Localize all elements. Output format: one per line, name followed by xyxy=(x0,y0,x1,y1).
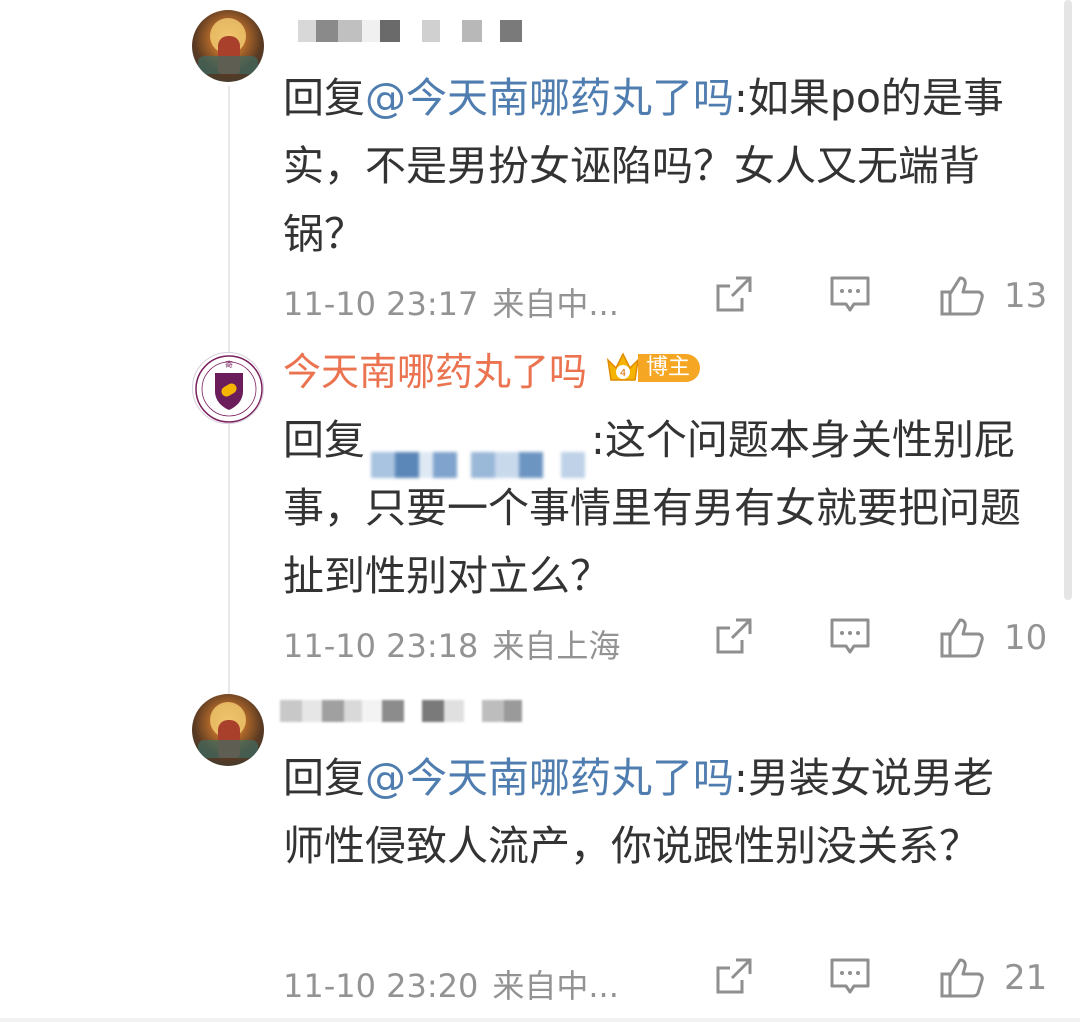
scrollbar[interactable] xyxy=(1064,0,1072,600)
mention-link[interactable]: @今天南哪药丸了吗 xyxy=(365,74,734,122)
location: 来自中... xyxy=(492,967,619,1005)
university-seal-icon: 寄 xyxy=(195,355,263,423)
comment-text: 回复@今天南哪药丸了吗:如果po的是事实，不是男扮女诬陷吗？女人又无端背锅？ xyxy=(283,64,1023,268)
avatar[interactable]: 寄 xyxy=(192,352,264,424)
comment-icon[interactable] xyxy=(828,614,872,658)
comment-text: 回复@今天南哪药丸了吗:男装女说男老师性侵致人流产，你说跟性别没关系？ xyxy=(283,744,1023,880)
reply-prefix: 回复 xyxy=(283,74,365,122)
mention-link-redacted[interactable] xyxy=(371,430,585,478)
comment-meta: 11-10 23:18 来自上海 xyxy=(283,626,620,666)
timestamp: 11-10 23:18 xyxy=(283,627,479,665)
crown-badge-icon: 4 xyxy=(606,352,640,381)
reply-prefix: 回复 xyxy=(283,416,365,464)
mention-link[interactable]: @今天南哪药丸了吗 xyxy=(365,754,734,802)
action-bar: 21 xyxy=(712,954,1052,1004)
like-icon[interactable] xyxy=(938,272,986,320)
avatar[interactable] xyxy=(192,10,264,82)
like-icon[interactable] xyxy=(938,614,986,662)
username-redacted[interactable] xyxy=(298,20,522,42)
like-icon[interactable] xyxy=(938,954,986,1002)
username[interactable]: 今天南哪药丸了吗 xyxy=(283,350,587,394)
comment-text: 回复:这个问题本身关性别屁事，只要一个事情里有男有女就要把问题扯到性别对立么？ xyxy=(283,406,1023,610)
bottom-divider xyxy=(0,1018,1080,1022)
share-icon[interactable] xyxy=(712,954,756,998)
reply-prefix: 回复 xyxy=(283,754,365,802)
location: 来自上海 xyxy=(492,627,621,665)
action-bar: 13 xyxy=(712,272,1052,322)
like-count: 21 xyxy=(1004,958,1048,998)
comment-meta: 11-10 23:20 来自中... xyxy=(283,966,619,1006)
timestamp: 11-10 23:20 xyxy=(283,967,479,1005)
svg-text:寄: 寄 xyxy=(225,359,233,369)
avatar[interactable] xyxy=(192,694,264,766)
badge-label: 博主 xyxy=(638,354,701,382)
location: 来自中... xyxy=(492,285,619,323)
share-icon[interactable] xyxy=(712,614,756,658)
comment-icon[interactable] xyxy=(828,272,872,316)
username-redacted[interactable] xyxy=(280,700,522,722)
timestamp: 11-10 23:17 xyxy=(283,285,479,323)
like-count: 13 xyxy=(1004,276,1048,316)
comment-icon[interactable] xyxy=(828,954,872,998)
comment-meta: 11-10 23:17 来自中... xyxy=(283,284,619,324)
like-count: 10 xyxy=(1004,618,1048,658)
share-icon[interactable] xyxy=(712,272,756,316)
svg-text:4: 4 xyxy=(620,368,626,379)
action-bar: 10 xyxy=(712,614,1052,664)
